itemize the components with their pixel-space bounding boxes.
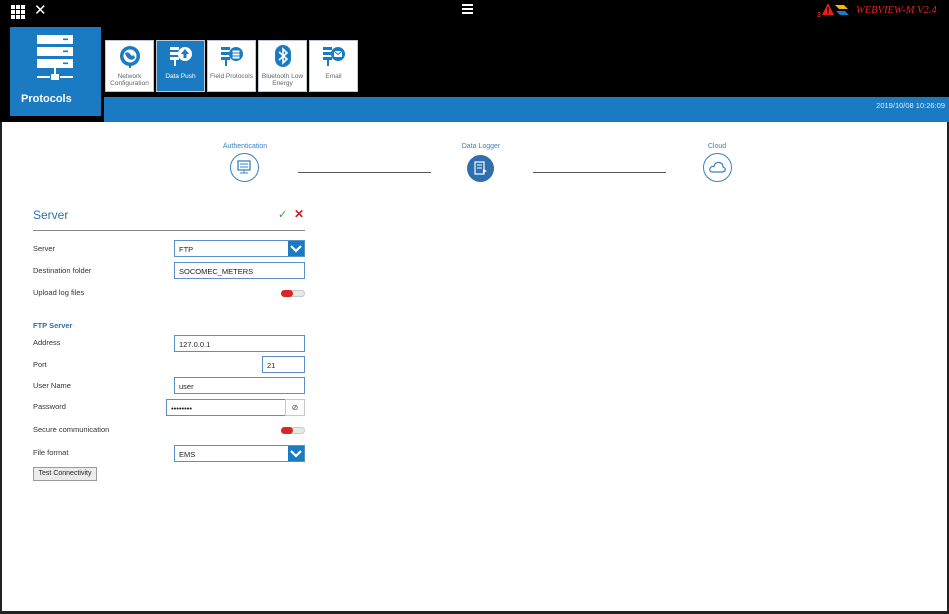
bluetooth-icon — [275, 45, 291, 67]
app-title: WEBVIEW-M V2.4 — [856, 5, 937, 16]
brand-logo-icon — [834, 4, 850, 18]
discard-x-icon[interactable]: ✕ — [294, 207, 304, 221]
section-title: Server — [33, 208, 69, 222]
server-stack-icon — [37, 35, 73, 80]
password-input[interactable]: •••••••• — [166, 399, 286, 416]
data-push-icon — [170, 47, 192, 66]
hamburger-menu-icon[interactable] — [462, 4, 473, 14]
tab-email[interactable]: Email — [309, 40, 358, 92]
field-protocols-icon — [221, 47, 243, 66]
chevron-down-icon — [288, 446, 304, 461]
tab-network-configuration[interactable]: Network Configuration — [105, 40, 154, 92]
wizard-step-cloud[interactable] — [703, 153, 732, 182]
status-band — [104, 97, 949, 122]
tab-label: Network Configuration — [110, 73, 149, 87]
alert-count: 3 — [817, 12, 821, 19]
logger-icon — [474, 161, 487, 175]
server-select[interactable]: FTP — [174, 240, 305, 257]
wizard-step-label-authentication: Authentication — [222, 143, 268, 150]
section-divider — [33, 230, 305, 231]
file-format-select[interactable]: EMS — [174, 445, 305, 462]
chevron-down-icon — [288, 241, 304, 256]
tools-icon[interactable]: ✕ — [34, 3, 47, 19]
tab-label: Email — [325, 73, 342, 80]
show-password-icon[interactable]: ⊘ — [285, 399, 305, 416]
email-icon — [323, 47, 345, 66]
tab-label: Data Push — [165, 73, 196, 80]
user-name-input[interactable]: user — [174, 377, 305, 394]
upload-log-files-toggle[interactable] — [281, 290, 305, 297]
secure-communication-label: Secure communication — [33, 425, 110, 434]
test-connectivity-button[interactable]: Test Connectivity — [33, 467, 97, 481]
tab-bluetooth-low-energy[interactable]: Bluetooth Low Energy — [258, 40, 307, 92]
cloud-icon — [709, 161, 726, 173]
upload-log-files-label: Upload log files — [33, 288, 85, 297]
port-input[interactable]: 21 — [262, 356, 305, 373]
destination-folder-label: Destination folder — [33, 266, 92, 275]
server-icon — [237, 160, 251, 174]
destination-folder-input[interactable]: SOCOMEC_METERS — [174, 262, 305, 279]
port-label: Port — [33, 360, 47, 369]
tab-label: Field Protocols — [210, 73, 253, 80]
wizard-connector — [533, 172, 666, 173]
grid-menu-icon[interactable] — [11, 5, 25, 19]
secure-communication-toggle[interactable] — [281, 427, 305, 434]
tab-data-push[interactable]: Data Push — [156, 40, 205, 92]
server-select-value: FTP — [179, 245, 194, 254]
wizard-step-label-cloud: Cloud — [707, 143, 727, 150]
ftp-server-header: FTP Server — [33, 321, 73, 330]
protocols-tile-label: Protocols — [21, 93, 72, 105]
file-format-select-value: EMS — [179, 450, 196, 459]
password-label: Password — [33, 402, 66, 411]
address-input[interactable]: 127.0.0.1 — [174, 335, 305, 352]
globe-icon — [120, 46, 140, 68]
wizard-step-label-data-logger: Data Logger — [461, 143, 501, 150]
protocol-tabs: Network Configuration Data Push Field Pr… — [105, 40, 360, 92]
tab-label: Bluetooth Low Energy — [261, 73, 304, 87]
user-name-label: User Name — [33, 381, 71, 390]
protocols-tile[interactable]: Protocols — [10, 27, 101, 116]
warning-icon[interactable] — [822, 3, 834, 17]
frame-border — [0, 122, 2, 614]
address-label: Address — [33, 338, 61, 347]
tab-field-protocols[interactable]: Field Protocols — [207, 40, 256, 92]
file-format-label: File format — [33, 448, 69, 457]
wizard-step-data-logger[interactable] — [467, 155, 494, 182]
wizard-step-authentication[interactable] — [230, 153, 259, 182]
server-label: Server — [33, 244, 56, 253]
timestamp: 2019/10/08 10:26:09 — [876, 101, 945, 110]
confirm-check-icon[interactable]: ✓ — [278, 208, 287, 221]
wizard-connector — [298, 172, 431, 173]
